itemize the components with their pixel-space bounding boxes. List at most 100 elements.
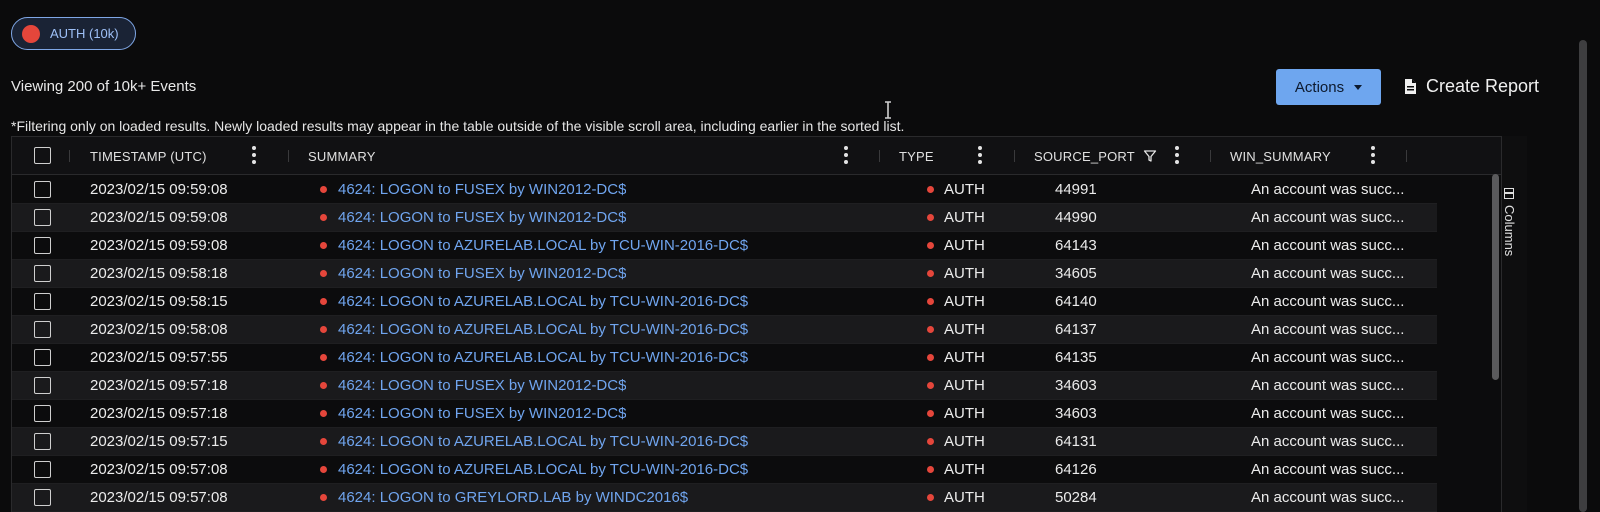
summary-link[interactable]: 4624: LOGON to AZURELAB.LOCAL by TCU-WIN…	[338, 321, 748, 338]
table-row[interactable]: 2023/02/15 09:57:18 4624: LOGON to FUSEX …	[12, 372, 1437, 400]
summary-cell[interactable]: 4624: LOGON to FUSEX by WIN2012-DC$	[320, 176, 626, 203]
columns-panel-toggle[interactable]: Columns	[1502, 188, 1517, 256]
type-menu-icon[interactable]	[977, 144, 983, 166]
table-row[interactable]: 2023/02/15 09:57:18 4624: LOGON to FUSEX …	[12, 400, 1437, 428]
win-summary-cell: An account was succ...	[1251, 209, 1405, 226]
timestamp-cell: 2023/02/15 09:59:08	[90, 209, 228, 226]
row-select-cell	[34, 204, 51, 231]
type-value: AUTH	[944, 265, 985, 282]
row-select-cell	[34, 372, 51, 399]
source-port-cell: 64126	[1055, 461, 1097, 478]
row-checkbox[interactable]	[34, 181, 51, 198]
summary-cell[interactable]: 4624: LOGON to FUSEX by WIN2012-DC$	[320, 372, 626, 399]
source-port-cell: 34603	[1055, 405, 1097, 422]
row-select-cell	[34, 400, 51, 427]
row-select-cell	[34, 232, 51, 259]
select-all-checkbox[interactable]	[34, 147, 51, 164]
source-port-cell: 44990	[1055, 209, 1097, 226]
win-summary-cell: An account was succ...	[1251, 489, 1405, 506]
summary-cell[interactable]: 4624: LOGON to FUSEX by WIN2012-DC$	[320, 400, 626, 427]
row-checkbox[interactable]	[34, 293, 51, 310]
summary-cell[interactable]: 4624: LOGON to AZURELAB.LOCAL by TCU-WIN…	[320, 456, 748, 483]
summary-link[interactable]: 4624: LOGON to AZURELAB.LOCAL by TCU-WIN…	[338, 293, 748, 310]
auth-status-dot-icon	[320, 242, 327, 249]
row-checkbox[interactable]	[34, 349, 51, 366]
row-checkbox[interactable]	[34, 461, 51, 478]
table-row[interactable]: 2023/02/15 09:59:08 4624: LOGON to FUSEX …	[12, 204, 1437, 232]
timestamp-cell: 2023/02/15 09:57:55	[90, 349, 228, 366]
create-report-button[interactable]: Create Report	[1404, 76, 1539, 97]
table-row[interactable]: 2023/02/15 09:58:18 4624: LOGON to FUSEX …	[12, 260, 1437, 288]
row-checkbox[interactable]	[34, 489, 51, 506]
table-row[interactable]: 2023/02/15 09:57:55 4624: LOGON to AZUREL…	[12, 344, 1437, 372]
table-row[interactable]: 2023/02/15 09:59:08 4624: LOGON to AZUREL…	[12, 232, 1437, 260]
filter-note: *Filtering only on loaded results. Newly…	[11, 118, 905, 134]
table-scrollbar-thumb[interactable]	[1492, 174, 1499, 380]
row-select-cell	[34, 260, 51, 287]
row-checkbox[interactable]	[34, 433, 51, 450]
row-checkbox[interactable]	[34, 265, 51, 282]
summary-cell[interactable]: 4624: LOGON to GREYLORD.LAB by WINDC2016…	[320, 484, 688, 511]
summary-link[interactable]: 4624: LOGON to FUSEX by WIN2012-DC$	[338, 209, 626, 226]
timestamp-cell: 2023/02/15 09:57:08	[90, 461, 228, 478]
summary-menu-icon[interactable]	[843, 144, 849, 166]
summary-link[interactable]: 4624: LOGON to FUSEX by WIN2012-DC$	[338, 181, 626, 198]
timestamp-cell: 2023/02/15 09:59:08	[90, 181, 228, 198]
table-row[interactable]: 2023/02/15 09:58:15 4624: LOGON to AZUREL…	[12, 288, 1437, 316]
type-dot-icon	[927, 214, 934, 221]
column-header-win-summary[interactable]: WIN_SUMMARY	[1230, 137, 1331, 175]
source-port-cell: 34605	[1055, 265, 1097, 282]
filter-chip-auth[interactable]: AUTH (10k)	[11, 17, 136, 50]
type-dot-icon	[927, 382, 934, 389]
timestamp-cell: 2023/02/15 09:58:08	[90, 321, 228, 338]
win-summary-cell: An account was succ...	[1251, 181, 1405, 198]
summary-cell[interactable]: 4624: LOGON to FUSEX by WIN2012-DC$	[320, 204, 626, 231]
type-value: AUTH	[944, 321, 985, 338]
row-checkbox[interactable]	[34, 377, 51, 394]
summary-link[interactable]: 4624: LOGON to AZURELAB.LOCAL by TCU-WIN…	[338, 349, 748, 366]
table-row[interactable]: 2023/02/15 09:57:15 4624: LOGON to AZUREL…	[12, 428, 1437, 456]
summary-link[interactable]: 4624: LOGON to AZURELAB.LOCAL by TCU-WIN…	[338, 433, 748, 450]
row-checkbox[interactable]	[34, 321, 51, 338]
summary-cell[interactable]: 4624: LOGON to AZURELAB.LOCAL by TCU-WIN…	[320, 288, 748, 315]
row-checkbox[interactable]	[34, 209, 51, 226]
table-row[interactable]: 2023/02/15 09:57:08 4624: LOGON to AZUREL…	[12, 456, 1437, 484]
source-port-cell: 64140	[1055, 293, 1097, 310]
auth-status-dot-icon	[320, 298, 327, 305]
auth-status-dot-icon	[320, 326, 327, 333]
filter-icon[interactable]	[1143, 149, 1157, 163]
win-summary-cell: An account was succ...	[1251, 293, 1405, 310]
table-row[interactable]: 2023/02/15 09:57:08 4624: LOGON to GREYLO…	[12, 484, 1437, 512]
summary-link[interactable]: 4624: LOGON to FUSEX by WIN2012-DC$	[338, 405, 626, 422]
timestamp-menu-icon[interactable]	[251, 144, 257, 166]
timestamp-cell: 2023/02/15 09:57:08	[90, 489, 228, 506]
row-select-cell	[34, 176, 51, 203]
summary-cell[interactable]: 4624: LOGON to AZURELAB.LOCAL by TCU-WIN…	[320, 232, 748, 259]
document-icon	[1405, 79, 1416, 94]
row-checkbox[interactable]	[34, 237, 51, 254]
summary-link[interactable]: 4624: LOGON to FUSEX by WIN2012-DC$	[338, 265, 626, 282]
column-header-source-port[interactable]: SOURCE_PORT	[1034, 137, 1135, 175]
row-select-cell	[34, 484, 51, 511]
actions-dropdown-button[interactable]: Actions	[1276, 69, 1381, 105]
summary-link[interactable]: 4624: LOGON to AZURELAB.LOCAL by TCU-WIN…	[338, 237, 748, 254]
column-header-type[interactable]: TYPE	[899, 137, 934, 175]
summary-link[interactable]: 4624: LOGON to FUSEX by WIN2012-DC$	[338, 377, 626, 394]
summary-link[interactable]: 4624: LOGON to GREYLORD.LAB by WINDC2016…	[338, 489, 688, 506]
table-row[interactable]: 2023/02/15 09:59:08 4624: LOGON to FUSEX …	[12, 176, 1437, 204]
summary-cell[interactable]: 4624: LOGON to FUSEX by WIN2012-DC$	[320, 260, 626, 287]
summary-cell[interactable]: 4624: LOGON to AZURELAB.LOCAL by TCU-WIN…	[320, 316, 748, 343]
row-checkbox[interactable]	[34, 405, 51, 422]
source-port-menu-icon[interactable]	[1174, 144, 1180, 166]
summary-link[interactable]: 4624: LOGON to AZURELAB.LOCAL by TCU-WIN…	[338, 461, 748, 478]
columns-label: Columns	[1502, 205, 1517, 257]
column-header-timestamp[interactable]: TIMESTAMP (UTC)	[90, 137, 207, 175]
create-report-label: Create Report	[1426, 76, 1540, 96]
column-header-summary[interactable]: SUMMARY	[308, 137, 376, 175]
table-row[interactable]: 2023/02/15 09:58:08 4624: LOGON to AZUREL…	[12, 316, 1437, 344]
summary-cell[interactable]: 4624: LOGON to AZURELAB.LOCAL by TCU-WIN…	[320, 428, 748, 455]
page-scrollbar[interactable]	[1579, 40, 1587, 512]
win-summary-menu-icon[interactable]	[1370, 144, 1376, 166]
columns-icon	[1504, 188, 1515, 199]
summary-cell[interactable]: 4624: LOGON to AZURELAB.LOCAL by TCU-WIN…	[320, 344, 748, 371]
